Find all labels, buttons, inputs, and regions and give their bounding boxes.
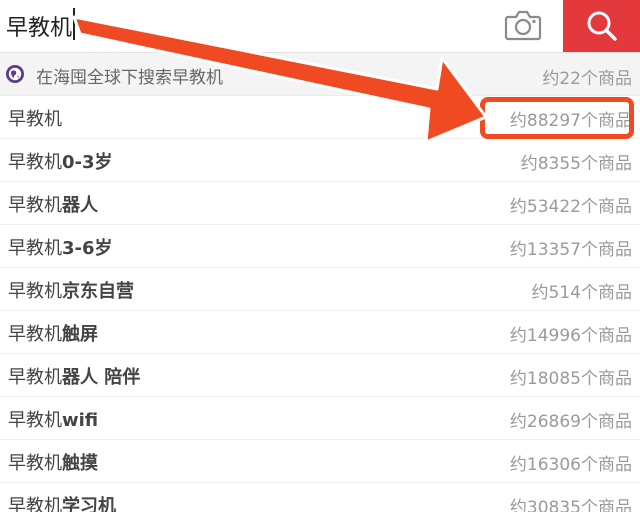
global-search-text: 在海囤全球下搜索早教机: [36, 68, 223, 88]
suggestion-label: 早教机0-3岁: [8, 152, 113, 173]
suggestion-item[interactable]: 早教机学习机 约30835个商品: [0, 483, 640, 512]
suggestion-label: 早教机3-6岁: [8, 238, 113, 259]
suggestion-item[interactable]: 早教机器人 约53422个商品: [0, 182, 640, 225]
suggestion-count: 约30835个商品: [509, 498, 632, 512]
suggestion-label: 早教机器人: [8, 195, 98, 216]
suggestion-item[interactable]: 早教机京东自营 约514个商品: [0, 268, 640, 311]
suggestion-label: 早教机京东自营: [8, 281, 134, 302]
search-suggestion-screen: 在海囤全球下搜索早教机 约22个商品 早教机 约88297个商品 早教机0-3岁…: [0, 0, 640, 512]
suggestion-item[interactable]: 早教机 约88297个商品: [0, 96, 640, 139]
search-icon: [587, 11, 617, 41]
suggestion-item[interactable]: 早教机触摸 约16306个商品: [0, 440, 640, 483]
suggestion-count: 约16306个商品: [509, 455, 632, 475]
suggestion-count: 约13357个商品: [509, 240, 632, 260]
search-button[interactable]: [563, 0, 640, 52]
suggestion-list: 早教机 约88297个商品 早教机0-3岁 约8355个商品 早教机器人 约53…: [0, 96, 640, 512]
camera-icon: [504, 10, 542, 41]
suggestion-label: 早教机触屏: [8, 324, 98, 345]
suggestion-label: 早教机器人 陪伴: [8, 367, 141, 388]
suggestion-count: 约14996个商品: [509, 326, 632, 346]
suggestion-item[interactable]: 早教机3-6岁 约13357个商品: [0, 225, 640, 268]
search-bar: [0, 0, 640, 53]
suggestion-label: 早教机学习机: [8, 496, 116, 512]
suggestion-count: 约8355个商品: [520, 154, 632, 174]
suggestion-count: 约514个商品: [531, 283, 632, 303]
global-search-suggestion[interactable]: 在海囤全球下搜索早教机 约22个商品: [0, 53, 640, 96]
suggestion-item[interactable]: 早教机0-3岁 约8355个商品: [0, 139, 640, 182]
suggestion-item[interactable]: 早教机器人 陪伴 约18085个商品: [0, 354, 640, 397]
camera-search-button[interactable]: [504, 9, 542, 41]
suggestion-item[interactable]: 早教机触屏 约14996个商品: [0, 311, 640, 354]
globe-icon: [6, 65, 24, 83]
text-caret: [73, 8, 75, 40]
suggestion-count: 约88297个商品: [509, 111, 632, 131]
suggestion-count: 约18085个商品: [509, 369, 632, 389]
global-search-count: 约22个商品: [542, 69, 632, 89]
suggestion-item[interactable]: 早教机wifi 约26869个商品: [0, 397, 640, 440]
suggestion-count: 约26869个商品: [509, 412, 632, 432]
suggestion-label: 早教机触摸: [8, 453, 98, 474]
suggestion-count: 约53422个商品: [509, 197, 632, 217]
suggestion-label: 早教机wifi: [8, 410, 99, 431]
search-input[interactable]: [6, 6, 486, 46]
suggestion-label: 早教机: [8, 109, 62, 130]
